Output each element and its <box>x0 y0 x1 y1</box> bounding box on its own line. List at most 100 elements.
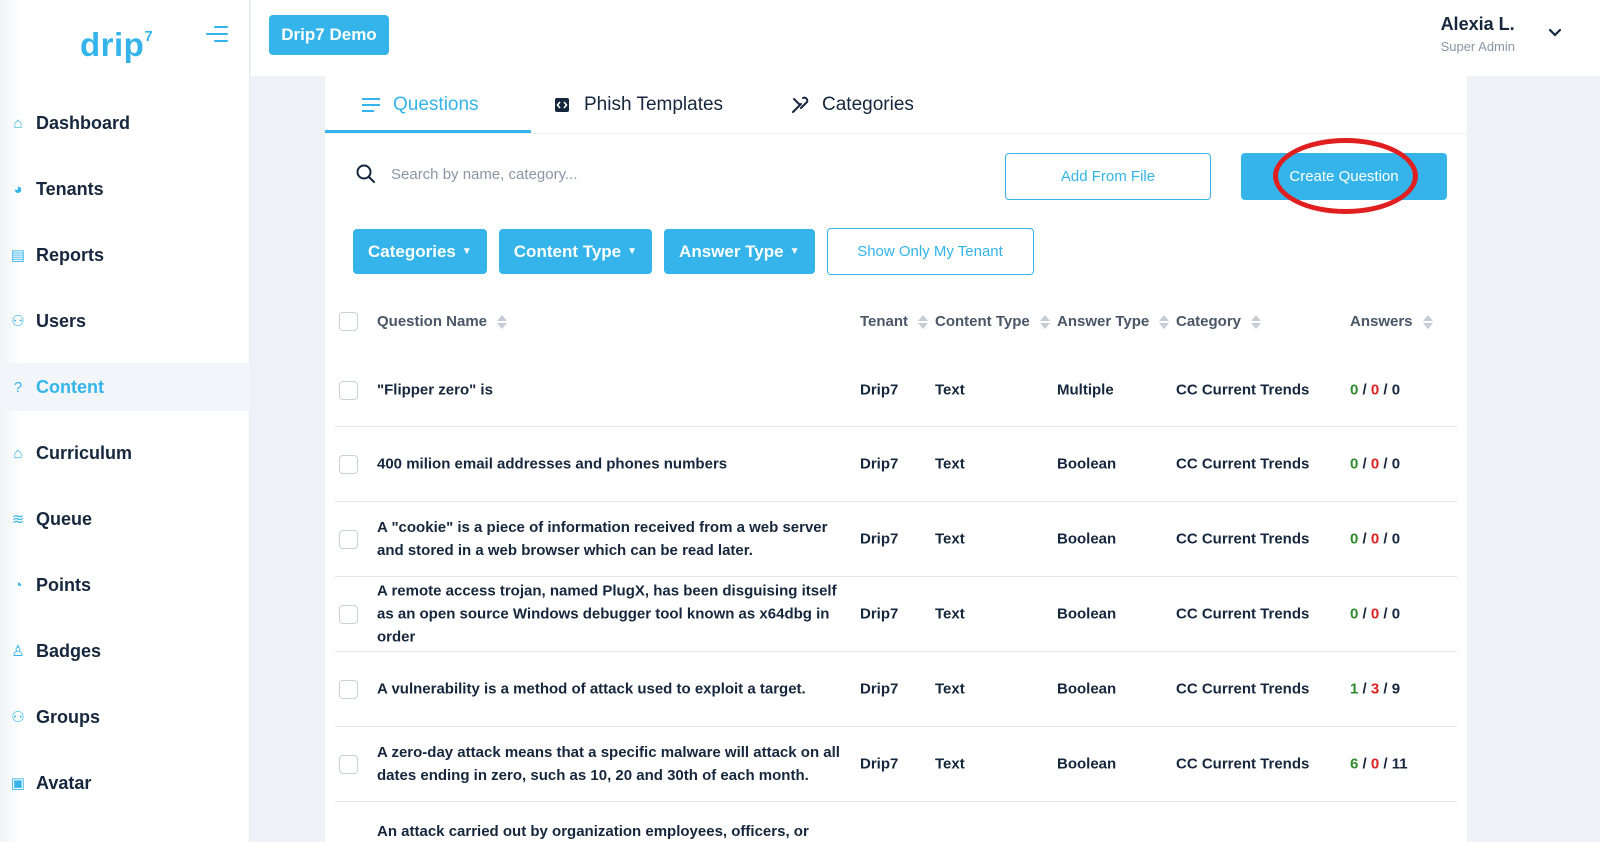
show-only-my-tenant-toggle[interactable]: Show Only My Tenant <box>826 228 1034 275</box>
create-question-button[interactable]: Create Question <box>1241 153 1447 200</box>
answers-cell: 0 / 0 / 0 <box>1350 456 1400 473</box>
answers-cell: 0 / 0 / 0 <box>1350 381 1400 398</box>
tenant-cell: Drip7 <box>860 381 899 398</box>
column-header-content-type[interactable]: Content Type <box>935 313 1050 330</box>
answers-separator: / <box>1379 755 1392 773</box>
table-row[interactable]: A remote access trojan, named PlugX, has… <box>335 577 1457 652</box>
search-input[interactable] <box>391 165 891 183</box>
category-cell: CC Current Trends <box>1176 381 1310 398</box>
table-row[interactable]: A vulnerability is a method of attack us… <box>335 652 1457 727</box>
sidebar-item-curriculum[interactable]: ⌂ Curriculum <box>0 420 250 486</box>
sidebar-item-label: Content <box>36 376 104 397</box>
column-header-answers[interactable]: Answers <box>1350 313 1433 330</box>
tenant-cell: Drip7 <box>860 530 899 548</box>
category-cell: CC Current Trends <box>1176 755 1310 773</box>
tenant-cell: Drip7 <box>860 605 899 623</box>
category-cell: CC Current Trends <box>1176 455 1310 473</box>
table-header: Question Name Tenant Content Type Answer… <box>335 298 1457 348</box>
question-name-cell[interactable]: "Flipper zero" is <box>377 378 847 401</box>
answers-cell: 0 / 0 / 0 <box>1350 531 1400 548</box>
question-name-cell[interactable]: A remote access trojan, named PlugX, has… <box>377 580 847 649</box>
tab-questions[interactable]: Questions <box>361 76 479 134</box>
category-cell: CC Current Trends <box>1176 530 1310 548</box>
table-row[interactable]: A zero-day attack means that a specific … <box>335 727 1457 802</box>
row-checkbox[interactable] <box>339 605 358 624</box>
tab-categories-label: Categories <box>822 94 914 115</box>
sidebar-item-queue[interactable]: ≋ Queue <box>0 486 250 552</box>
caret-down-icon: ▼ <box>627 246 638 257</box>
answers-incorrect: 0 <box>1370 755 1380 773</box>
answers-total: 9 <box>1391 680 1401 698</box>
question-name-cell[interactable]: An attack carried out by organization em… <box>377 820 847 842</box>
categories-filter-dropdown[interactable]: Categories ▼ <box>353 229 487 274</box>
sidebar-item-reports[interactable]: ▤ Reports <box>0 222 250 288</box>
caret-down-icon: ▼ <box>461 246 472 257</box>
select-all-checkbox[interactable] <box>339 312 358 331</box>
column-header-tenant[interactable]: Tenant <box>860 313 929 330</box>
tab-questions-label: Questions <box>393 94 479 115</box>
code-icon <box>552 95 572 115</box>
answers-cell: 1 / 3 / 9 <box>1350 681 1400 698</box>
tenant-switch-button[interactable]: Drip7 Demo <box>269 15 389 55</box>
sort-icon <box>1039 314 1050 329</box>
sidebar-item-avatar[interactable]: ▣ Avatar <box>0 750 250 816</box>
sort-icon <box>918 314 929 329</box>
pie-chart-icon: ◔ <box>13 576 23 594</box>
categories-filter-label: Categories <box>368 241 456 261</box>
badge-icon: ♙ <box>11 643 25 660</box>
chevron-down-icon[interactable] <box>1548 26 1562 40</box>
answers-total: 0 <box>1391 455 1401 473</box>
table-row[interactable]: An attack carried out by organization em… <box>335 802 1457 842</box>
column-header-category[interactable]: Category <box>1176 313 1262 330</box>
sidebar-item-groups[interactable]: ⚇ Groups <box>0 684 250 750</box>
column-header-question-name[interactable]: Question Name <box>377 313 508 330</box>
active-tab-underline <box>325 130 531 133</box>
column-header-tenant-label: Tenant <box>860 313 909 330</box>
row-checkbox[interactable] <box>339 455 358 474</box>
column-header-answer-type[interactable]: Answer Type <box>1057 313 1170 330</box>
question-circle-icon: ? <box>13 378 23 396</box>
column-header-category-label: Category <box>1176 313 1242 330</box>
question-name-cell[interactable]: A "cookie" is a piece of information rec… <box>377 516 847 562</box>
row-checkbox[interactable] <box>339 530 358 549</box>
content-type-cell: Text <box>935 605 965 623</box>
filter-bar: Categories ▼ Content Type ▼ Answer Type ▼ S… <box>353 228 1034 275</box>
tenant-cell: Drip7 <box>860 455 899 473</box>
table-row[interactable]: 400 milion email addresses and phones nu… <box>335 427 1457 502</box>
category-cell: CC Current Trends <box>1176 680 1310 698</box>
answers-separator: / <box>1379 381 1392 398</box>
search-bar <box>355 154 955 194</box>
sidebar-item-badges[interactable]: ♙ Badges <box>0 618 250 684</box>
tab-phish-templates-label: Phish Templates <box>584 94 724 115</box>
row-checkbox[interactable] <box>339 381 358 400</box>
answers-separator: / <box>1358 755 1371 773</box>
avatar-icon: ▣ <box>10 775 26 792</box>
tenant-cell: Drip7 <box>860 680 899 698</box>
sidebar-item-points[interactable]: ◔ Points <box>0 552 250 618</box>
logo-text: drip <box>80 26 145 63</box>
row-checkbox[interactable] <box>339 680 358 699</box>
question-name-cell[interactable]: A vulnerability is a method of attack us… <box>377 678 847 701</box>
question-name-cell[interactable]: 400 milion email addresses and phones nu… <box>377 453 847 476</box>
sidebar: drip7 ⌂ Dashboard ◕ Tenants ▤ Reports ⚇ Users? C… <box>0 0 250 842</box>
answers-separator: / <box>1358 530 1371 548</box>
sidebar-item-label: Curriculum <box>36 442 133 463</box>
table-row[interactable]: "Flipper zero" is Drip7 Text Multiple CC Cur… <box>335 353 1457 427</box>
tab-categories[interactable]: Categories <box>790 76 914 134</box>
tab-phish-templates[interactable]: Phish Templates <box>552 76 723 134</box>
content-type-filter-dropdown[interactable]: Content Type ▼ <box>498 229 653 274</box>
user-menu[interactable]: Alexia L. Super Admin <box>1441 14 1515 54</box>
menu-toggle-icon[interactable] <box>206 26 228 44</box>
add-from-file-button[interactable]: Add From File <box>1005 153 1211 200</box>
table-row[interactable]: A "cookie" is a piece of information rec… <box>335 502 1457 577</box>
sidebar-item-tenants[interactable]: ◕ Tenants <box>0 156 250 222</box>
sidebar-item-content[interactable]: ? Content <box>0 363 250 411</box>
user-name: Alexia L. <box>1440 14 1515 34</box>
row-checkbox[interactable] <box>339 755 358 774</box>
answer-type-filter-dropdown[interactable]: Answer Type ▼ <box>664 229 815 274</box>
drip7-logo[interactable]: drip7 <box>80 26 153 64</box>
sidebar-nav: ⌂ Dashboard ◕ Tenants ▤ Reports ⚇ Users? Content… <box>0 90 250 816</box>
sidebar-item-users[interactable]: ⚇ Users <box>0 288 250 354</box>
question-name-cell[interactable]: A zero-day attack means that a specific … <box>377 741 847 787</box>
sidebar-item-dashboard[interactable]: ⌂ Dashboard <box>0 90 250 156</box>
